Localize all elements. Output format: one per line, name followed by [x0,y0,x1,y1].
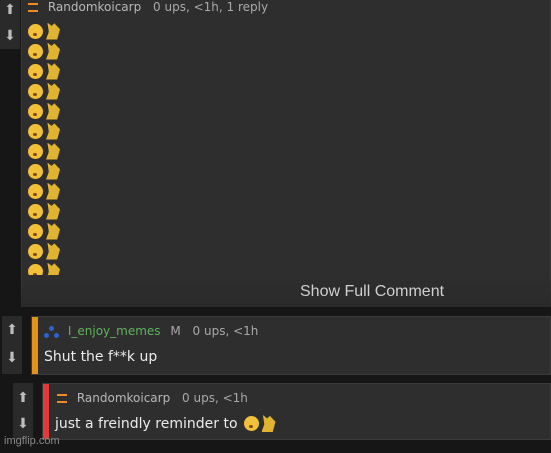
comment-text-row: just a freindly reminder to [55,415,276,432]
emoji-list [28,21,60,275]
cat-emoji-icon [46,202,60,220]
emoji-row [28,61,60,81]
face-emoji-icon [28,183,43,199]
emoji-row [28,161,60,181]
face-emoji-icon [243,416,259,431]
up-arrow-icon[interactable]: ⬆ [0,0,20,20]
author-name[interactable]: Randomkoicarp [77,391,170,405]
mod-badge: M [170,324,181,338]
emoji-row [28,201,60,221]
cat-emoji-icon [46,102,60,120]
emoji-row [28,41,60,61]
comment-panel: Randomkoicarp 0 ups, <1h, 1 reply [21,0,551,307]
comment-stats: 0 ups, <1h [182,391,248,405]
cat-emoji-icon [46,22,60,40]
comment-stats: 0 ups, <1h [192,324,259,338]
user-group-icon [44,325,60,338]
cat-emoji-icon [46,262,60,275]
face-emoji-icon [28,263,43,275]
face-emoji-icon [28,223,43,239]
down-arrow-icon[interactable]: ⬇ [0,26,20,46]
comment-text: just a freindly reminder to [55,415,238,432]
cat-emoji-icon [261,415,276,432]
comment-header: I_enjoy_memes M 0 ups, <1h [44,324,258,338]
emoji-row [28,121,60,141]
down-arrow-icon[interactable]: ⬇ [13,414,33,434]
up-arrow-icon[interactable]: ⬆ [2,320,22,340]
vote-column: ⬆ ⬇ [2,316,22,374]
face-emoji-icon [28,203,43,219]
emoji-row [28,181,60,201]
emoji-row [28,81,60,101]
watermark: imgflip.com [4,435,60,447]
vote-column: ⬆ ⬇ [13,383,33,439]
cat-emoji-icon [46,42,60,60]
face-emoji-icon [28,63,43,79]
emoji-row [28,241,60,261]
face-emoji-icon [28,123,43,139]
comment-panel: I_enjoy_memes M 0 ups, <1h Shut the f**k… [31,316,551,375]
accent-bar [32,317,38,374]
face-emoji-icon [28,83,43,99]
cat-emoji-icon [46,82,60,100]
vote-column: ⬆ ⬇ [0,0,20,49]
flag-icon [28,3,38,12]
accent-bar [43,384,49,439]
face-emoji-icon [28,243,43,259]
cat-emoji-icon [46,122,60,140]
flag-icon [57,394,67,403]
show-full-comment-button[interactable]: Show Full Comment [300,283,444,301]
comment-header: Randomkoicarp 0 ups, <1h [57,391,248,405]
face-emoji-icon [28,43,43,59]
author-name[interactable]: I_enjoy_memes [68,324,161,338]
author-name[interactable]: Randomkoicarp [48,0,141,14]
down-arrow-icon[interactable]: ⬇ [2,348,22,368]
up-arrow-icon[interactable]: ⬆ [13,388,33,408]
emoji-row [28,101,60,121]
comment-stats: 0 ups, <1h, 1 reply [153,0,269,14]
comment-text: Shut the f**k up [44,349,158,365]
cat-emoji-icon [46,242,60,260]
face-emoji-icon [28,103,43,119]
face-emoji-icon [28,143,43,159]
emoji-row [28,141,60,161]
emoji-row [28,261,60,275]
cat-emoji-icon [46,162,60,180]
emoji-row [28,221,60,241]
emoji-row [28,21,60,41]
comment-header: Randomkoicarp 0 ups, <1h, 1 reply [28,0,268,14]
cat-emoji-icon [46,222,60,240]
fade-overlay [21,275,551,307]
cat-emoji-icon [46,182,60,200]
cat-emoji-icon [46,62,60,80]
face-emoji-icon [28,23,43,39]
comment-panel: Randomkoicarp 0 ups, <1h just a freindly… [42,383,551,440]
cat-emoji-icon [46,142,60,160]
face-emoji-icon [28,163,43,179]
